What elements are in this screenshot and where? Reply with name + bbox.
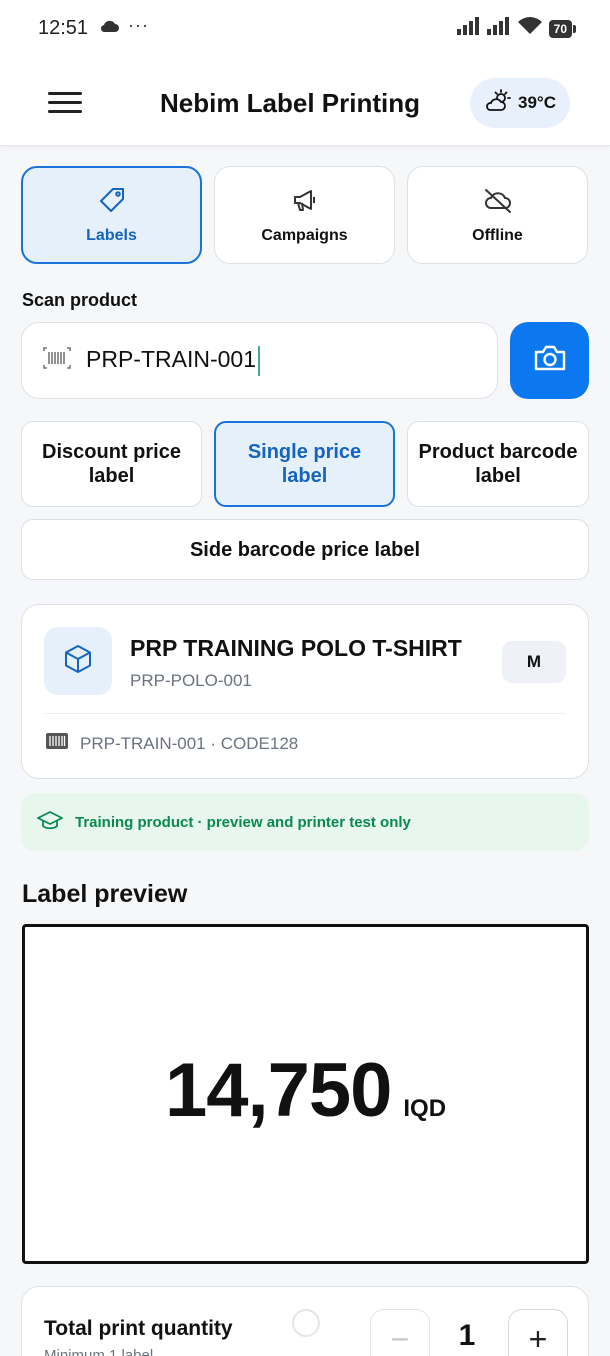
quantity-value: 1 xyxy=(458,1319,476,1352)
weather-partly-cloudy-icon xyxy=(484,88,512,118)
scan-label: Scan product xyxy=(22,290,138,310)
product-code: PRP-POLO-001 xyxy=(130,671,252,690)
signal-icon-2 xyxy=(486,17,511,40)
camera-scan-button[interactable] xyxy=(510,322,589,399)
product-barcode-text: PRP-TRAIN-001 · CODE128 xyxy=(80,733,299,753)
preview-title: Label preview xyxy=(22,880,188,908)
status-icons: 70 xyxy=(456,17,577,40)
label-preview: 14,750 IQD xyxy=(22,924,589,1264)
training-notice: Training product · preview and printer t… xyxy=(21,793,589,851)
preview-currency: IQD xyxy=(403,1094,447,1122)
quantity-card: Total print quantity Minimum 1 label − 1… xyxy=(21,1286,589,1356)
increase-quantity-button[interactable]: + xyxy=(508,1309,568,1356)
barcode-small-icon xyxy=(46,733,68,754)
weather-temperature: 39°C xyxy=(518,93,556,112)
tab-offline-label: Offline xyxy=(472,226,523,244)
product-barcode: PRP-TRAIN-001 · CODE128 xyxy=(46,733,298,754)
tab-campaigns[interactable]: Campaigns xyxy=(214,166,395,264)
scan-input[interactable]: PRP-TRAIN-001 xyxy=(21,322,498,399)
notice-text: Training product · preview and printer t… xyxy=(75,813,411,831)
camera-icon xyxy=(532,343,568,378)
signal-icon xyxy=(456,17,481,40)
tab-labels-label: Labels xyxy=(86,226,137,244)
tab-labels[interactable]: Labels xyxy=(21,166,202,264)
product-card[interactable]: PRP TRAINING POLO T-SHIRT PRP-POLO-001 M… xyxy=(21,604,589,779)
tab-offline[interactable]: Offline xyxy=(407,166,588,264)
cloud-icon xyxy=(100,19,120,38)
scan-input-value: PRP-TRAIN-001 xyxy=(86,345,256,372)
more-notifications-icon: ··· xyxy=(128,15,149,35)
product-name: PRP TRAINING POLO T-SHIRT xyxy=(130,635,462,661)
side-barcode-price-label-button[interactable]: Side barcode price label xyxy=(21,519,589,580)
quantity-subtitle: Minimum 1 label xyxy=(44,1347,154,1356)
touch-indicator xyxy=(292,1309,320,1337)
text-caret xyxy=(257,345,260,376)
discount-price-label-button[interactable]: Discount price label xyxy=(21,421,202,507)
box-icon xyxy=(62,643,94,680)
divider xyxy=(44,713,566,714)
single-price-label-button[interactable]: Single price label xyxy=(214,421,395,507)
product-barcode-label-button[interactable]: Product barcode label xyxy=(407,421,589,507)
status-time: 12:51 xyxy=(38,17,89,39)
cloud-off-icon xyxy=(483,186,513,219)
megaphone-icon xyxy=(291,186,319,219)
wifi-icon xyxy=(517,17,543,40)
graduation-cap-icon xyxy=(37,809,63,836)
quantity-title: Total print quantity xyxy=(44,1317,233,1340)
app-bar: Nebim Label Printing 39°C xyxy=(0,58,610,146)
weather-chip[interactable]: 39°C xyxy=(470,78,570,128)
tag-icon xyxy=(98,186,126,219)
tab-campaigns-label: Campaigns xyxy=(261,226,348,244)
size-badge: M xyxy=(502,641,566,683)
status-bar: 12:51 ··· 70 xyxy=(0,0,610,58)
barcode-icon xyxy=(42,346,72,375)
battery-icon: 70 xyxy=(548,19,577,38)
product-icon xyxy=(44,627,112,695)
preview-price: 14,750 xyxy=(164,1047,392,1133)
decrease-quantity-button[interactable]: − xyxy=(370,1309,430,1356)
